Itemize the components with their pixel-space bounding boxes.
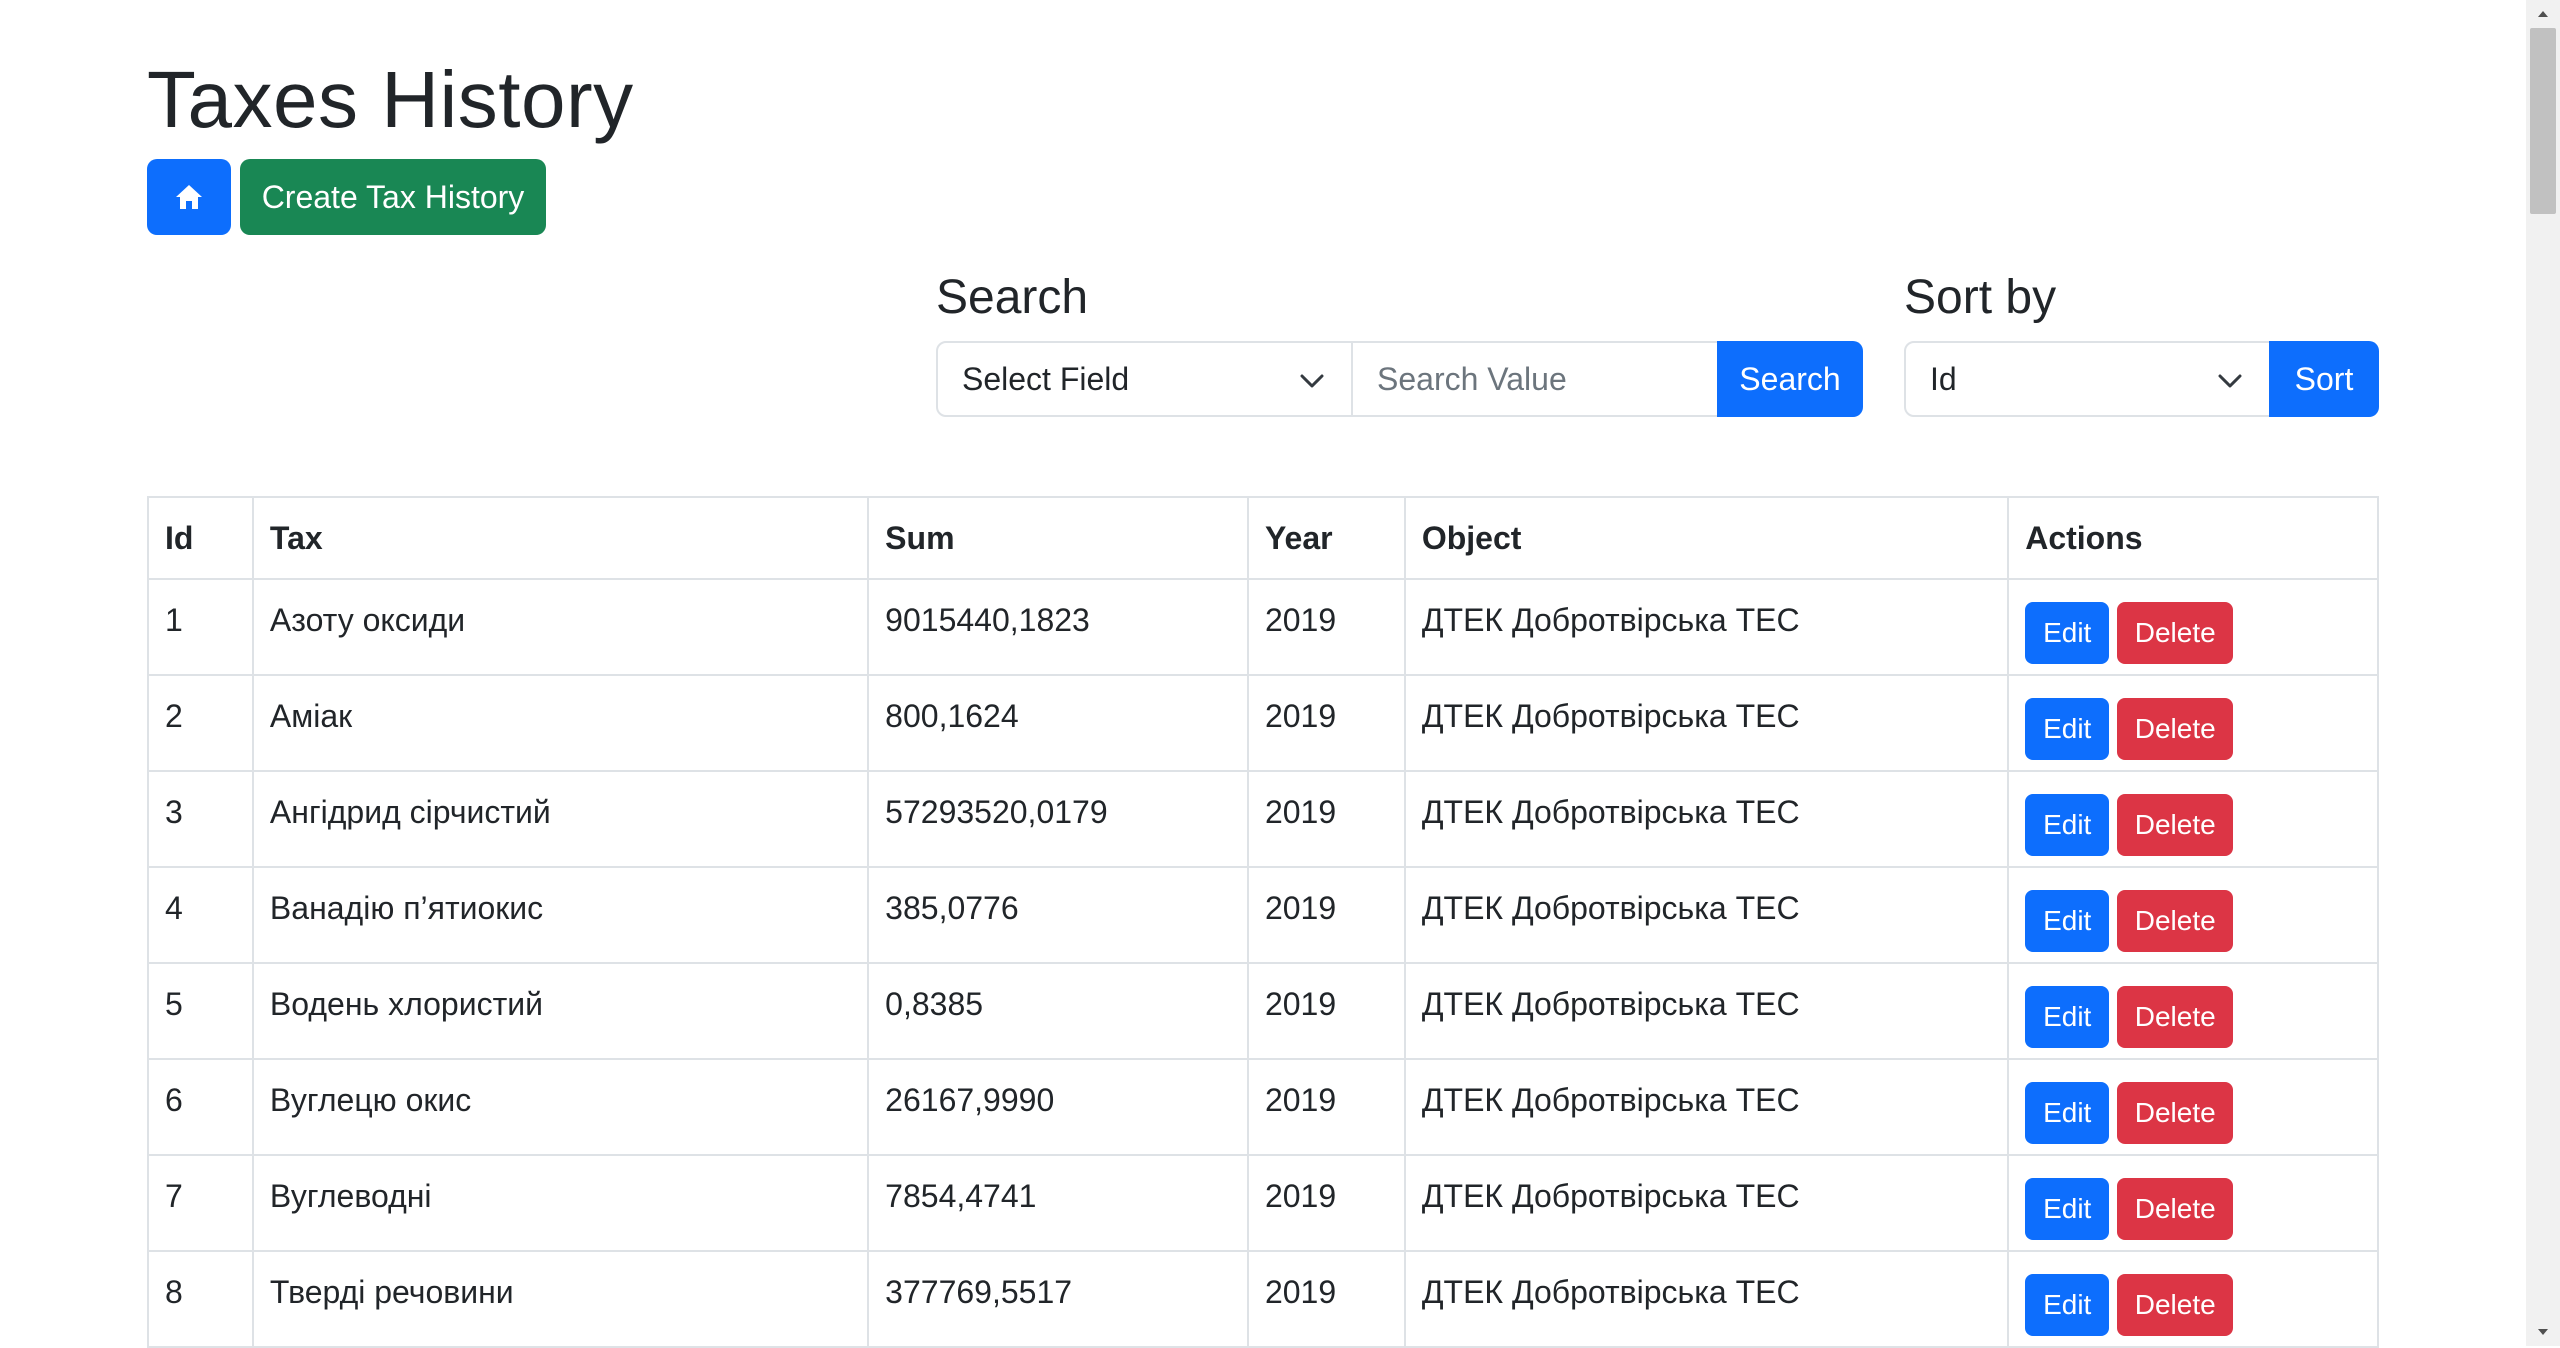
cell-year: 2019 [1246,674,1406,772]
cell-actions: Edit Delete [2007,1250,2379,1348]
cell-year: 2019 [1246,962,1406,1060]
search-heading: Search [936,271,1089,324]
edit-button[interactable]: Edit [2025,1274,2110,1336]
cell-tax: Ангідрид сірчистий [251,770,870,868]
cell-actions: Edit Delete [2007,578,2379,676]
delete-button[interactable]: Delete [2117,890,2234,952]
cell-id: 5 [147,962,254,1060]
sort-button[interactable]: Sort [2269,341,2379,417]
edit-button[interactable]: Edit [2025,698,2110,760]
delete-button[interactable]: Delete [2117,1274,2234,1336]
table-row: 3 Ангідрид сірчистий 57293520,0179 2019 … [147,770,2379,868]
cell-id: 2 [147,674,254,772]
cell-object: ДТЕК Добротвірська ТЕС [1403,1250,2010,1348]
column-header-tax[interactable]: Tax [251,496,870,580]
vertical-scrollbar[interactable] [2526,0,2560,1346]
cell-id: 3 [147,770,254,868]
cell-id: 7 [147,1154,254,1252]
cell-tax: Ванадію п’ятиокис [251,866,870,964]
delete-button[interactable]: Delete [2117,602,2234,664]
cell-object: ДТЕК Добротвірська ТЕС [1403,578,2010,676]
scroll-up-arrow-icon[interactable] [2526,0,2560,28]
cell-sum: 800,1624 [867,674,1249,772]
edit-button[interactable]: Edit [2025,986,2110,1048]
delete-button[interactable]: Delete [2117,794,2234,856]
cell-sum: 0,8385 [867,962,1249,1060]
chevron-down-icon [2218,374,2242,388]
search-button[interactable]: Search [1717,341,1863,417]
cell-actions: Edit Delete [2007,1154,2379,1252]
table-row: 4 Ванадію п’ятиокис 385,0776 2019 ДТЕК Д… [147,866,2379,964]
create-tax-history-button[interactable]: Create Tax History [240,159,546,235]
cell-object: ДТЕК Добротвірська ТЕС [1403,1154,2010,1252]
home-button[interactable] [147,159,231,235]
cell-year: 2019 [1246,770,1406,868]
delete-button[interactable]: Delete [2117,698,2234,760]
column-header-id[interactable]: Id [147,496,254,580]
cell-tax: Вуглеводні [251,1154,870,1252]
column-header-actions: Actions [2007,496,2379,580]
table-row: 2 Аміак 800,1624 2019 ДТЕК Добротвірська… [147,674,2379,772]
cell-tax: Водень хлористий [251,962,870,1060]
table-row: 1 Азоту оксиди 9015440,1823 2019 ДТЕК До… [147,578,2379,676]
sort-field-select[interactable]: Id [1904,341,2272,417]
cell-tax: Азоту оксиди [251,578,870,676]
column-header-sum[interactable]: Sum [867,496,1249,580]
scroll-down-arrow-icon[interactable] [2526,1318,2560,1346]
cell-year: 2019 [1246,578,1406,676]
edit-button[interactable]: Edit [2025,1178,2110,1240]
edit-button[interactable]: Edit [2025,890,2110,952]
scrollbar-thumb[interactable] [2530,28,2556,214]
cell-id: 8 [147,1250,254,1348]
cell-actions: Edit Delete [2007,770,2379,868]
cell-sum: 385,0776 [867,866,1249,964]
cell-sum: 7854,4741 [867,1154,1249,1252]
cell-sum: 57293520,0179 [867,770,1249,868]
edit-button[interactable]: Edit [2025,794,2110,856]
cell-object: ДТЕК Добротвірська ТЕС [1403,1058,2010,1156]
cell-object: ДТЕК Добротвірська ТЕС [1403,962,2010,1060]
table-row: 5 Водень хлористий 0,8385 2019 ДТЕК Добр… [147,962,2379,1060]
cell-actions: Edit Delete [2007,962,2379,1060]
cell-object: ДТЕК Добротвірська ТЕС [1403,674,2010,772]
cell-tax: Тверді речовини [251,1250,870,1348]
table-header-row: Id Tax Sum Year Object Actions [147,496,2379,580]
cell-year: 2019 [1246,1058,1406,1156]
sort-heading: Sort by [1904,271,2057,324]
delete-button[interactable]: Delete [2117,986,2234,1048]
cell-object: ДТЕК Добротвірська ТЕС [1403,770,2010,868]
cell-tax: Вуглецю окис [251,1058,870,1156]
search-value-input[interactable]: Search Value [1351,341,1719,417]
table-row: 6 Вуглецю окис 26167,9990 2019 ДТЕК Добр… [147,1058,2379,1156]
edit-button[interactable]: Edit [2025,602,2110,664]
delete-button[interactable]: Delete [2117,1178,2234,1240]
cell-id: 6 [147,1058,254,1156]
sort-field-select-value: Id [1930,360,1957,397]
cell-year: 2019 [1246,866,1406,964]
cell-sum: 9015440,1823 [867,578,1249,676]
cell-actions: Edit Delete [2007,866,2379,964]
edit-button[interactable]: Edit [2025,1082,2110,1144]
cell-id: 4 [147,866,254,964]
table-row: 8 Тверді речовини 377769,5517 2019 ДТЕК … [147,1250,2379,1348]
search-field-select[interactable]: Select Field [936,341,1354,417]
cell-object: ДТЕК Добротвірська ТЕС [1403,866,2010,964]
home-icon [176,185,202,209]
taxes-table: Id Tax Sum Year Object Actions 1 Азоту о… [147,496,2379,1348]
column-header-object[interactable]: Object [1403,496,2010,580]
cell-year: 2019 [1246,1250,1406,1348]
cell-actions: Edit Delete [2007,674,2379,772]
page-title: Taxes History [147,55,634,144]
search-field-select-value: Select Field [962,360,1130,397]
cell-tax: Аміак [251,674,870,772]
cell-sum: 377769,5517 [867,1250,1249,1348]
column-header-year[interactable]: Year [1246,496,1406,580]
table-row: 7 Вуглеводні 7854,4741 2019 ДТЕК Добротв… [147,1154,2379,1252]
chevron-down-icon [1300,374,1324,388]
cell-actions: Edit Delete [2007,1058,2379,1156]
delete-button[interactable]: Delete [2117,1082,2234,1144]
cell-sum: 26167,9990 [867,1058,1249,1156]
cell-year: 2019 [1246,1154,1406,1252]
cell-id: 1 [147,578,254,676]
